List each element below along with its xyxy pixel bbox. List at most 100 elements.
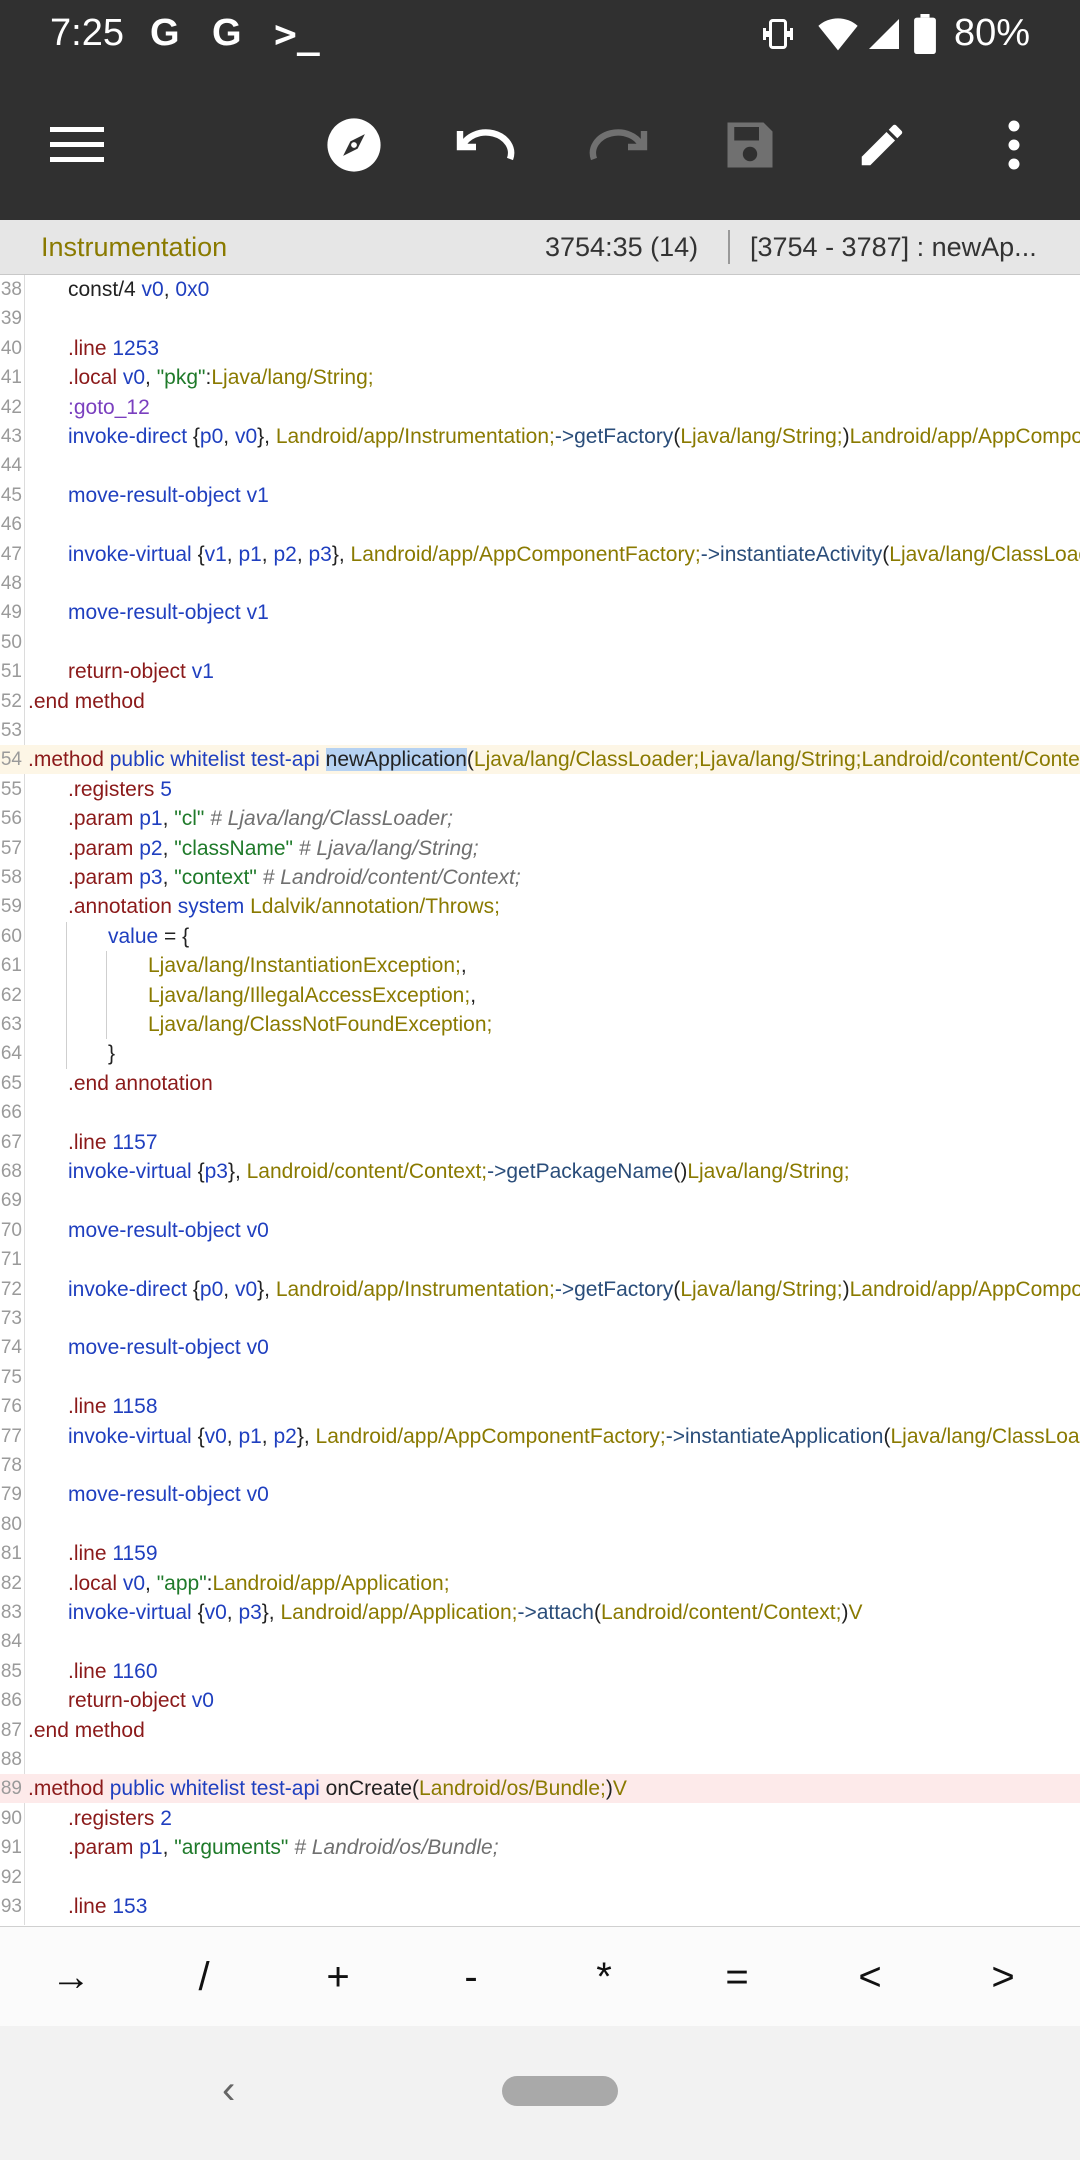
code-line[interactable]: 90 .registers 2	[0, 1804, 1080, 1833]
more-options-button[interactable]	[972, 103, 1056, 187]
line-number: 74	[0, 1337, 22, 1359]
code-line[interactable]: 61 Ljava/lang/InstantiationException;,	[0, 951, 1080, 980]
code-line[interactable]: 70 move-result-object v0	[0, 1216, 1080, 1245]
code-line[interactable]: 87 .end method	[0, 1716, 1080, 1745]
code-line[interactable]: 44	[0, 451, 1080, 480]
line-number: 79	[0, 1484, 22, 1506]
code-line[interactable]: 65 .end annotation	[0, 1069, 1080, 1098]
code-line[interactable]: 46	[0, 510, 1080, 539]
code-line[interactable]: 77 invoke-virtual {v0, p1, p2}, Landroid/…	[0, 1422, 1080, 1451]
code-line[interactable]: 80	[0, 1510, 1080, 1539]
code-line[interactable]: 52 .end method	[0, 687, 1080, 716]
back-button[interactable]: ‹	[222, 2068, 235, 2113]
code-line[interactable]: 85 .line 1160	[0, 1657, 1080, 1686]
code-token: p3	[204, 1160, 228, 1183]
symbol-key-plus[interactable]: +	[271, 1927, 405, 2027]
code-line[interactable]: 73	[0, 1304, 1080, 1333]
code-line[interactable]: 59 .annotation system Ldalvik/annotation/…	[0, 892, 1080, 921]
code-line[interactable]: 89 .method public whitelist test-api onCr…	[0, 1774, 1080, 1804]
code-token: v0	[122, 366, 146, 390]
code-token: 1159	[112, 1542, 158, 1566]
code-line[interactable]: 83 invoke-virtual {v0, p3}, Landroid/app/…	[0, 1598, 1080, 1627]
code-line[interactable]: 49 move-result-object v1	[0, 598, 1080, 627]
battery-percent: 80%	[953, 12, 1030, 54]
code-line[interactable]: 56 .param p1, "cl" # Ljava/lang/ClassLoad…	[0, 804, 1080, 833]
symbol-key-equals[interactable]: =	[670, 1927, 804, 2027]
symbol-key-arrow[interactable]: →	[4, 1927, 138, 2027]
code-token: Landroid/app/Instrumentation;	[275, 1277, 555, 1301]
navigate-button[interactable]	[312, 103, 396, 187]
home-pill-button[interactable]	[502, 2076, 618, 2106]
code-token: p3	[238, 1601, 262, 1624]
undo-button[interactable]	[444, 103, 528, 187]
code-line[interactable]: 91 .param p1, "arguments" # Landroid/os/B…	[0, 1833, 1080, 1862]
code-editor[interactable]: 38 const/4 v0, 0x0 39 40 .line 1253 41 .local …	[0, 275, 1080, 1925]
code-line[interactable]: 62 Ljava/lang/IllegalAccessException;,	[0, 981, 1080, 1010]
code-line[interactable]: 64}	[0, 1039, 1080, 1068]
code-text: .registers 2	[68, 1804, 172, 1833]
code-line[interactable]: 75	[0, 1363, 1080, 1392]
line-number: 72	[0, 1278, 22, 1300]
code-line[interactable]: 78	[0, 1451, 1080, 1480]
symbol-key-slash[interactable]: /	[137, 1927, 271, 2027]
code-line[interactable]: 69	[0, 1186, 1080, 1215]
code-line[interactable]: 84	[0, 1627, 1080, 1656]
code-line[interactable]: 92	[0, 1863, 1080, 1892]
code-token: .line	[68, 336, 113, 360]
code-line[interactable]: 41 .local v0, "pkg":Ljava/lang/String;	[0, 363, 1080, 392]
code-line[interactable]: 54 .method public whitelist test-api newA…	[0, 745, 1080, 775]
code-text: Ljava/lang/InstantiationException;,	[148, 951, 467, 980]
code-token: ,	[261, 1424, 274, 1448]
code-line[interactable]: 45 move-result-object v1	[0, 481, 1080, 510]
code-line[interactable]: 51 return-object v1	[0, 657, 1080, 686]
symbol-key-asterisk[interactable]: *	[537, 1927, 671, 2027]
line-number: 68	[0, 1161, 22, 1182]
code-line[interactable]: 40 .line 1253	[0, 334, 1080, 363]
code-line[interactable]: 74 move-result-object v0	[0, 1333, 1080, 1362]
symbol-key-minus[interactable]: -	[404, 1927, 538, 2027]
code-line[interactable]: 39	[0, 304, 1080, 333]
code-line[interactable]: 57 .param p2, "className" # Ljava/lang/St…	[0, 834, 1080, 863]
code-line[interactable]: 55 .registers 5	[0, 775, 1080, 804]
code-token: ,	[162, 836, 175, 860]
code-token: 1160	[112, 1659, 158, 1683]
code-line[interactable]: 76 .line 1158	[0, 1392, 1080, 1421]
code-token: Landroid/app/Application;	[212, 1571, 450, 1595]
code-line[interactable]: 60 value = {	[0, 922, 1080, 951]
symbol-key-less-than[interactable]: <	[803, 1927, 937, 2027]
code-line[interactable]: 50	[0, 628, 1080, 657]
code-line[interactable]: 66	[0, 1098, 1080, 1127]
symbol-key-greater-than[interactable]: >	[936, 1927, 1070, 2027]
code-line[interactable]: 38 const/4 v0, 0x0	[0, 275, 1080, 304]
code-line[interactable]: 47 invoke-virtual {v1, p1, p2, p3}, Landr…	[0, 540, 1080, 569]
save-button[interactable]	[708, 103, 792, 187]
code-line[interactable]: 67 .line 1157	[0, 1128, 1080, 1157]
line-number: 73	[0, 1308, 22, 1329]
redo-button[interactable]	[576, 103, 660, 187]
line-number: 87	[0, 1719, 22, 1741]
code-line[interactable]: 79 move-result-object v0	[0, 1480, 1080, 1509]
code-line[interactable]: 93 .line 153	[0, 1892, 1080, 1921]
code-token: .line	[68, 1659, 113, 1683]
code-token: )	[842, 425, 850, 448]
code-line[interactable]: 42:goto_12	[0, 393, 1080, 422]
code-line[interactable]: 86 return-object v0	[0, 1686, 1080, 1715]
code-line[interactable]: 81 .line 1159	[0, 1539, 1080, 1568]
code-line[interactable]: 53	[0, 716, 1080, 745]
code-line[interactable]: 58 .param p3, "context" # Landroid/conten…	[0, 863, 1080, 892]
code-line[interactable]: 48	[0, 569, 1080, 598]
code-line[interactable]: 72 invoke-direct {p0, v0}, Landroid/app/I…	[0, 1275, 1080, 1304]
code-line[interactable]: 68 invoke-virtual {p3}, Landroid/content/…	[0, 1157, 1080, 1186]
code-line[interactable]: 43 invoke-direct {p0, v0}, Landroid/app/I…	[0, 422, 1080, 451]
code-line[interactable]: 88	[0, 1745, 1080, 1774]
code-text: .registers 5	[68, 775, 172, 804]
code-token: v0	[191, 1689, 214, 1713]
code-line[interactable]: 63 Ljava/lang/ClassNotFoundException;	[0, 1010, 1080, 1039]
code-token: public whitelist test-api	[109, 748, 326, 772]
edit-button[interactable]	[840, 103, 924, 187]
method-range[interactable]: [3754 - 3787] : newAp...	[750, 232, 1037, 263]
code-line[interactable]: 71	[0, 1245, 1080, 1274]
code-token: invoke-direct	[68, 1277, 193, 1301]
code-line[interactable]: 82 .local v0, "app":Landroid/app/Applicat…	[0, 1569, 1080, 1598]
menu-button[interactable]	[35, 103, 119, 187]
